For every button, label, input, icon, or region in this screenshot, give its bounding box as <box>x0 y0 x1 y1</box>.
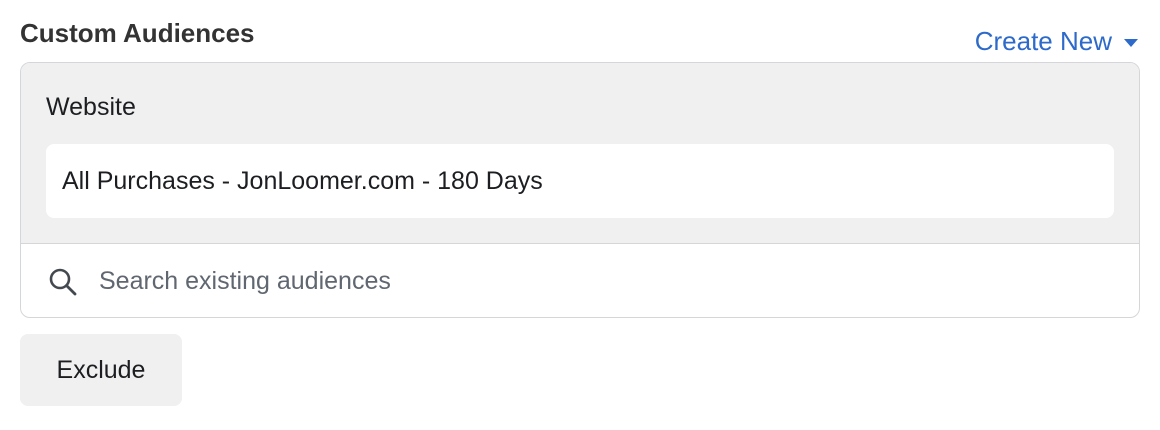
custom-audiences-section: Custom Audiences Create New Website All … <box>0 0 1160 430</box>
create-new-dropdown[interactable]: Create New <box>975 26 1138 57</box>
selected-audiences-area: Website All Purchases - JonLoomer.com - … <box>21 63 1139 244</box>
search-icon <box>49 268 77 296</box>
selected-audience-label: All Purchases - JonLoomer.com - 180 Days <box>62 166 543 195</box>
audience-group-label: Website <box>46 93 136 121</box>
search-row <box>21 244 1139 317</box>
section-title: Custom Audiences <box>20 18 255 48</box>
search-audiences-input[interactable] <box>99 258 1099 304</box>
exclude-button[interactable]: Exclude <box>20 334 182 406</box>
caret-down-icon <box>1124 38 1138 47</box>
create-new-label: Create New <box>974 26 1112 56</box>
selected-audience-item[interactable]: All Purchases - JonLoomer.com - 180 Days <box>46 144 1114 218</box>
audience-selector: Website All Purchases - JonLoomer.com - … <box>20 62 1140 318</box>
